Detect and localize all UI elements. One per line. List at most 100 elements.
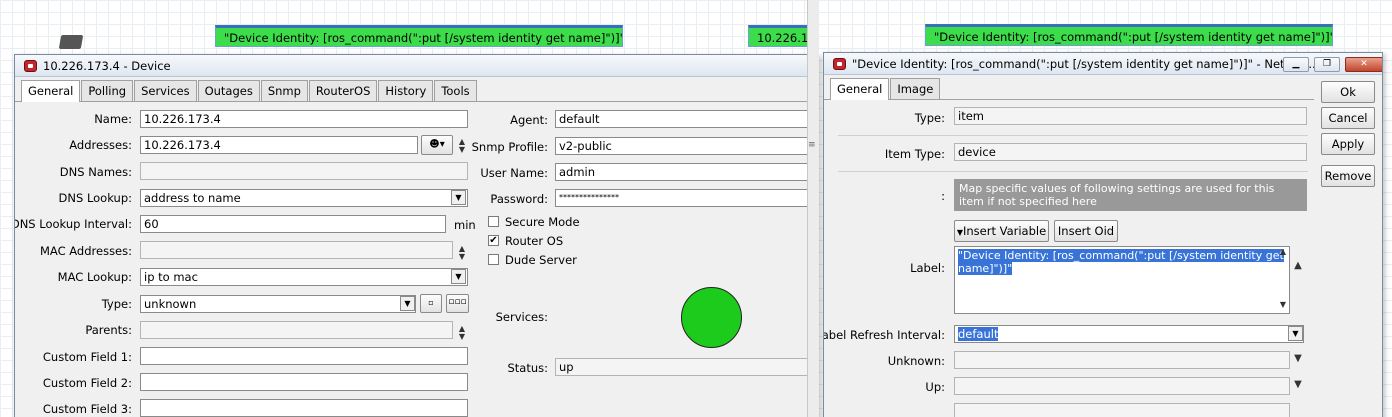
up-dropdown-icon[interactable]: ▼	[1293, 380, 1303, 390]
agent-label: Agent:	[510, 113, 548, 127]
custom-field-2-label: Custom Field 2:	[42, 376, 132, 390]
status-value: up	[555, 358, 818, 376]
dns-lookup-dropdown-icon[interactable]: ▼	[451, 190, 466, 205]
label-scroll-up-icon[interactable]: ▲	[1278, 248, 1288, 256]
insert-oid-button[interactable]: Insert Oid	[1054, 220, 1118, 242]
custom-field-3-input[interactable]	[140, 399, 468, 417]
type-open-button[interactable]: ▫	[420, 294, 442, 313]
user-name-input[interactable]: admin	[555, 163, 818, 181]
item-window-titlebar[interactable]: "Device Identity: [ros_command(":put [/s…	[824, 53, 1382, 75]
router-os-checkbox[interactable]: ✔	[488, 235, 499, 246]
type-more-button[interactable]: ▫▫▫	[446, 294, 469, 313]
custom-field-3-label: Custom Field 3:	[42, 402, 132, 416]
close-icon[interactable]: ✕	[1345, 57, 1382, 72]
snmp-profile-select[interactable]: v2-public	[555, 137, 818, 155]
device-window-titlebar[interactable]: 10.226.173.4 - Device	[15, 55, 818, 77]
app-icon	[833, 58, 846, 70]
restore-icon[interactable]: ❐	[1314, 57, 1340, 72]
divider	[838, 171, 1308, 172]
router-os-label[interactable]: Router OS	[505, 234, 563, 248]
map-scrollbar[interactable]	[807, 0, 819, 417]
type-select[interactable]: unknown	[140, 295, 416, 313]
dns-interval-label: DNS Lookup Interval:	[14, 217, 132, 231]
device-tabs: General Polling Services Outages Snmp Ro…	[15, 77, 818, 102]
divider	[838, 135, 1308, 136]
addresses-label: Addresses:	[69, 138, 132, 152]
item-type-label: Item Type:	[884, 147, 945, 161]
mac-addresses-updown[interactable]: ▲ ▼	[457, 245, 467, 261]
mac-lookup-dropdown-icon[interactable]: ▼	[451, 269, 466, 284]
tab-services[interactable]: Services	[134, 80, 197, 101]
label-collapse-icon[interactable]: ▲	[1293, 261, 1303, 271]
app-icon	[24, 60, 37, 72]
dns-lookup-select[interactable]: address to name	[140, 189, 468, 207]
type-value: item	[954, 107, 1307, 125]
minimize-icon[interactable]: ▁	[1283, 57, 1309, 72]
dude-server-label[interactable]: Dude Server	[505, 253, 577, 267]
mac-lookup-label: MAC Lookup:	[57, 270, 132, 284]
dns-interval-input[interactable]: 60	[140, 215, 446, 233]
addresses-input[interactable]: 10.226.173.4	[140, 136, 418, 154]
dude-server-checkbox[interactable]	[488, 254, 499, 265]
agent-select[interactable]: default	[555, 110, 818, 128]
parents-label: Parents:	[85, 323, 132, 337]
password-input[interactable]: ***************	[555, 189, 818, 207]
item-type-value: device	[954, 143, 1307, 161]
parents-input[interactable]	[140, 321, 453, 339]
insert-variable-button[interactable]: ▼Insert Variable	[954, 220, 1049, 242]
mac-lookup-select[interactable]: ip to mac	[140, 268, 468, 286]
type-label: Type:	[101, 297, 132, 311]
up-select[interactable]	[954, 377, 1290, 395]
unknown-select[interactable]	[954, 351, 1290, 369]
map-label-device-identity[interactable]: "Device Identity: [ros_command(":put [/s…	[215, 25, 623, 47]
custom-field-1-input[interactable]	[140, 347, 468, 365]
label-textarea[interactable]: "Device Identity: [ros_command(":put [/s…	[954, 246, 1290, 314]
device-map-icon	[58, 35, 84, 49]
tab-snmp[interactable]: Snmp	[260, 80, 308, 101]
name-label: Name:	[94, 112, 132, 126]
addresses-menu-button[interactable]: ☻▾	[421, 135, 453, 155]
tab-routeros[interactable]: RouterOS	[308, 80, 378, 101]
mac-addresses-label: MAC Addresses:	[39, 244, 132, 258]
mac-addresses-input[interactable]	[140, 241, 453, 259]
item-window: "Device Identity: [ros_command(":put [/s…	[823, 52, 1383, 417]
refresh-interval-select[interactable]: default	[954, 325, 1304, 343]
tab-history[interactable]: History	[378, 80, 434, 101]
refresh-interval-dropdown-icon[interactable]: ▼	[1288, 326, 1303, 341]
secure-mode-checkbox[interactable]	[488, 216, 499, 227]
scroll-grip-icon: ≡	[808, 140, 816, 150]
dns-interval-unit: min	[454, 218, 476, 232]
dns-names-label: DNS Names:	[59, 165, 132, 179]
apply-button[interactable]: Apply	[1321, 133, 1375, 155]
unknown-label: Unknown:	[887, 354, 945, 368]
services-label: Services:	[495, 310, 548, 324]
label-label: Label:	[910, 261, 945, 275]
item-tabs: General Image	[824, 75, 1314, 100]
next-field[interactable]	[954, 403, 1290, 417]
map-label-ip[interactable]: 10.226.17	[748, 25, 812, 47]
label-scroll-down-icon[interactable]: ▼	[1278, 301, 1288, 309]
addresses-updown[interactable]: ▲ ▼	[457, 138, 467, 154]
map-settings-note: Map specific values of following setting…	[954, 179, 1307, 211]
unknown-dropdown-icon[interactable]: ▼	[1293, 354, 1303, 364]
custom-field-2-input[interactable]	[140, 373, 468, 391]
tab-general[interactable]: General	[21, 80, 81, 102]
dns-names-input[interactable]	[140, 162, 468, 180]
tab-general[interactable]: General	[830, 78, 890, 100]
ok-button[interactable]: Ok	[1321, 81, 1375, 103]
snmp-profile-label: Snmp Profile:	[471, 140, 548, 154]
parents-updown[interactable]: ▲ ▼	[457, 325, 467, 341]
tab-outages[interactable]: Outages	[197, 80, 260, 101]
item-window-title: "Device Identity: [ros_command(":put [/s…	[852, 57, 1316, 71]
secure-mode-label[interactable]: Secure Mode	[505, 215, 580, 229]
map-label-device-identity-2[interactable]: "Device Identity: [ros_command(":put [/s…	[925, 24, 1333, 46]
remove-button[interactable]: Remove	[1321, 165, 1375, 187]
tab-polling[interactable]: Polling	[81, 80, 134, 101]
type-dropdown-icon[interactable]: ▼	[400, 296, 415, 311]
name-input[interactable]: 10.226.173.4	[140, 110, 468, 128]
device-window-title: 10.226.173.4 - Device	[43, 59, 171, 73]
tab-image[interactable]: Image	[890, 78, 941, 99]
cancel-button[interactable]: Cancel	[1321, 107, 1375, 129]
custom-field-1-label: Custom Field 1:	[42, 350, 132, 364]
tab-tools[interactable]: Tools	[434, 80, 477, 101]
